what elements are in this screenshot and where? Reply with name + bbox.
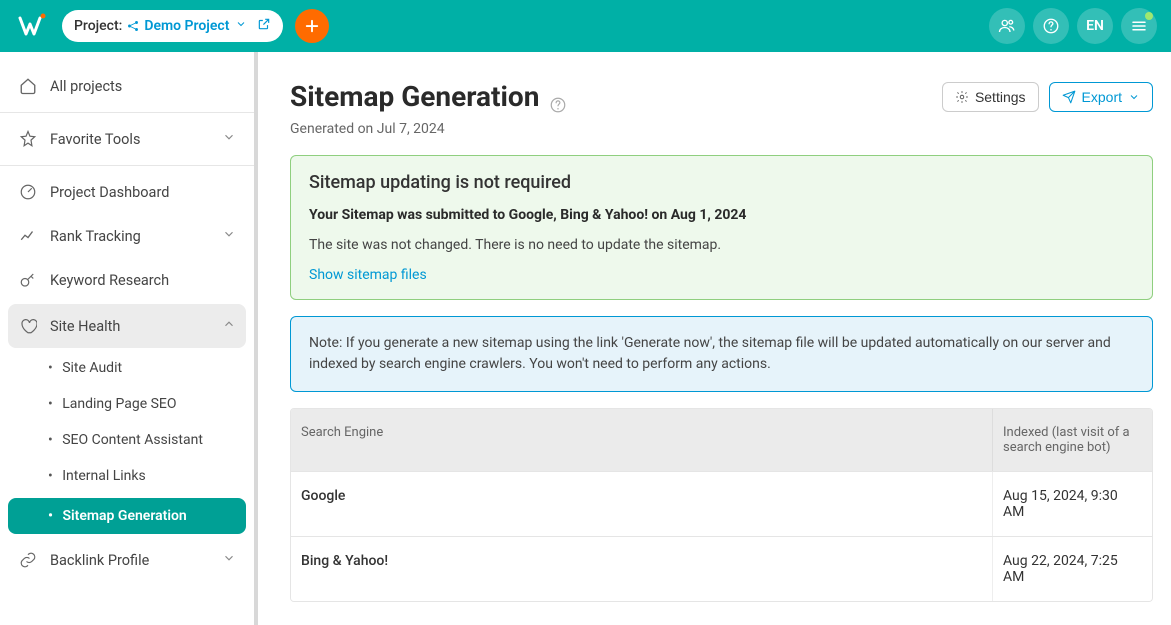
- sidebar-item-label: Keyword Research: [50, 272, 169, 289]
- sidebar-sub-sitemap-generation[interactable]: Sitemap Generation: [8, 498, 246, 534]
- sidebar-item-label: Site Health: [50, 318, 120, 335]
- sidebar-item-keyword-research[interactable]: Keyword Research: [0, 258, 254, 302]
- col-search-engine: Search Engine: [291, 409, 992, 471]
- table-header: Search Engine Indexed (last visit of a s…: [291, 409, 1152, 471]
- show-sitemap-files-link[interactable]: Show sitemap files: [309, 267, 427, 283]
- star-icon: [18, 129, 38, 149]
- alert-heading: Sitemap updating is not required: [309, 172, 1134, 193]
- topbar: Project: Demo Project EN: [0, 0, 1171, 52]
- add-button[interactable]: [295, 9, 329, 43]
- cell-engine: Google: [291, 472, 992, 536]
- table-row: Google Aug 15, 2024, 9:30 AM: [291, 471, 1152, 536]
- chevron-up-icon: [222, 317, 236, 335]
- table-row: Bing & Yahoo! Aug 22, 2024, 7:25 AM: [291, 536, 1152, 601]
- sidebar-sub-internal-links[interactable]: Internal Links: [0, 458, 254, 494]
- share-icon: [126, 19, 140, 33]
- sidebar-item-label: Rank Tracking: [50, 228, 141, 245]
- export-icon: [1062, 90, 1076, 104]
- chevron-down-icon: [222, 551, 236, 569]
- project-name: Demo Project: [126, 18, 229, 34]
- heart-pulse-icon: [18, 316, 38, 336]
- main-content: Sitemap Generation Settings Export Gener…: [258, 52, 1171, 625]
- alert-info: Note: If you generate a new sitemap usin…: [290, 316, 1153, 392]
- app-logo[interactable]: [14, 7, 52, 45]
- sidebar-item-project-dashboard[interactable]: Project Dashboard: [0, 170, 254, 214]
- sidebar-sub-landing-page-seo[interactable]: Landing Page SEO: [0, 386, 254, 422]
- chevron-down-icon: [1128, 91, 1140, 103]
- project-selector[interactable]: Project: Demo Project: [62, 10, 283, 42]
- link-icon: [18, 550, 38, 570]
- sidebar-item-favorite-tools[interactable]: Favorite Tools: [0, 117, 254, 161]
- alert-submitted: Your Sitemap was submitted to Google, Bi…: [309, 207, 1134, 223]
- menu-icon[interactable]: [1121, 8, 1157, 44]
- alert-success: Sitemap updating is not required Your Si…: [290, 155, 1153, 300]
- home-icon: [18, 76, 38, 96]
- cell-indexed: Aug 15, 2024, 9:30 AM: [992, 472, 1152, 536]
- external-link-icon[interactable]: [257, 17, 271, 35]
- generated-date: Generated on Jul 7, 2024: [290, 121, 1153, 137]
- search-engine-table: Search Engine Indexed (last visit of a s…: [290, 408, 1153, 602]
- gauge-icon: [18, 182, 38, 202]
- sidebar-item-rank-tracking[interactable]: Rank Tracking: [0, 214, 254, 258]
- sidebar-item-backlink-profile[interactable]: Backlink Profile: [0, 538, 254, 582]
- notification-dot: [1145, 12, 1153, 20]
- alert-body: The site was not changed. There is no ne…: [309, 237, 1134, 253]
- language-selector[interactable]: EN: [1077, 8, 1113, 44]
- settings-button[interactable]: Settings: [942, 82, 1039, 112]
- sidebar-item-label: All projects: [50, 78, 122, 95]
- sidebar-item-label: Project Dashboard: [50, 184, 169, 201]
- col-indexed: Indexed (last visit of a search engine b…: [992, 409, 1152, 471]
- sidebar-item-site-health[interactable]: Site Health: [8, 304, 246, 348]
- sidebar-sub-seo-content-assistant[interactable]: SEO Content Assistant: [0, 422, 254, 458]
- sidebar-item-label: Favorite Tools: [50, 131, 140, 148]
- sidebar-sub-site-audit[interactable]: Site Audit: [0, 350, 254, 386]
- chart-line-icon: [18, 226, 38, 246]
- key-icon: [18, 270, 38, 290]
- cell-indexed: Aug 22, 2024, 7:25 AM: [992, 537, 1152, 601]
- help-icon[interactable]: [549, 88, 567, 106]
- chevron-down-icon: [235, 18, 247, 34]
- sidebar: All projects Favorite Tools Project Dash…: [0, 52, 258, 625]
- users-icon[interactable]: [989, 8, 1025, 44]
- export-button[interactable]: Export: [1049, 82, 1153, 112]
- chevron-down-icon: [222, 227, 236, 245]
- sidebar-item-label: Backlink Profile: [50, 552, 149, 569]
- cell-engine: Bing & Yahoo!: [291, 537, 992, 601]
- help-icon[interactable]: [1033, 8, 1069, 44]
- alert-info-text: Note: If you generate a new sitemap usin…: [309, 335, 1111, 372]
- project-label: Project:: [74, 18, 122, 34]
- gear-icon: [955, 90, 969, 104]
- chevron-down-icon: [222, 130, 236, 148]
- sidebar-item-all-projects[interactable]: All projects: [0, 64, 254, 108]
- page-title: Sitemap Generation: [290, 80, 567, 113]
